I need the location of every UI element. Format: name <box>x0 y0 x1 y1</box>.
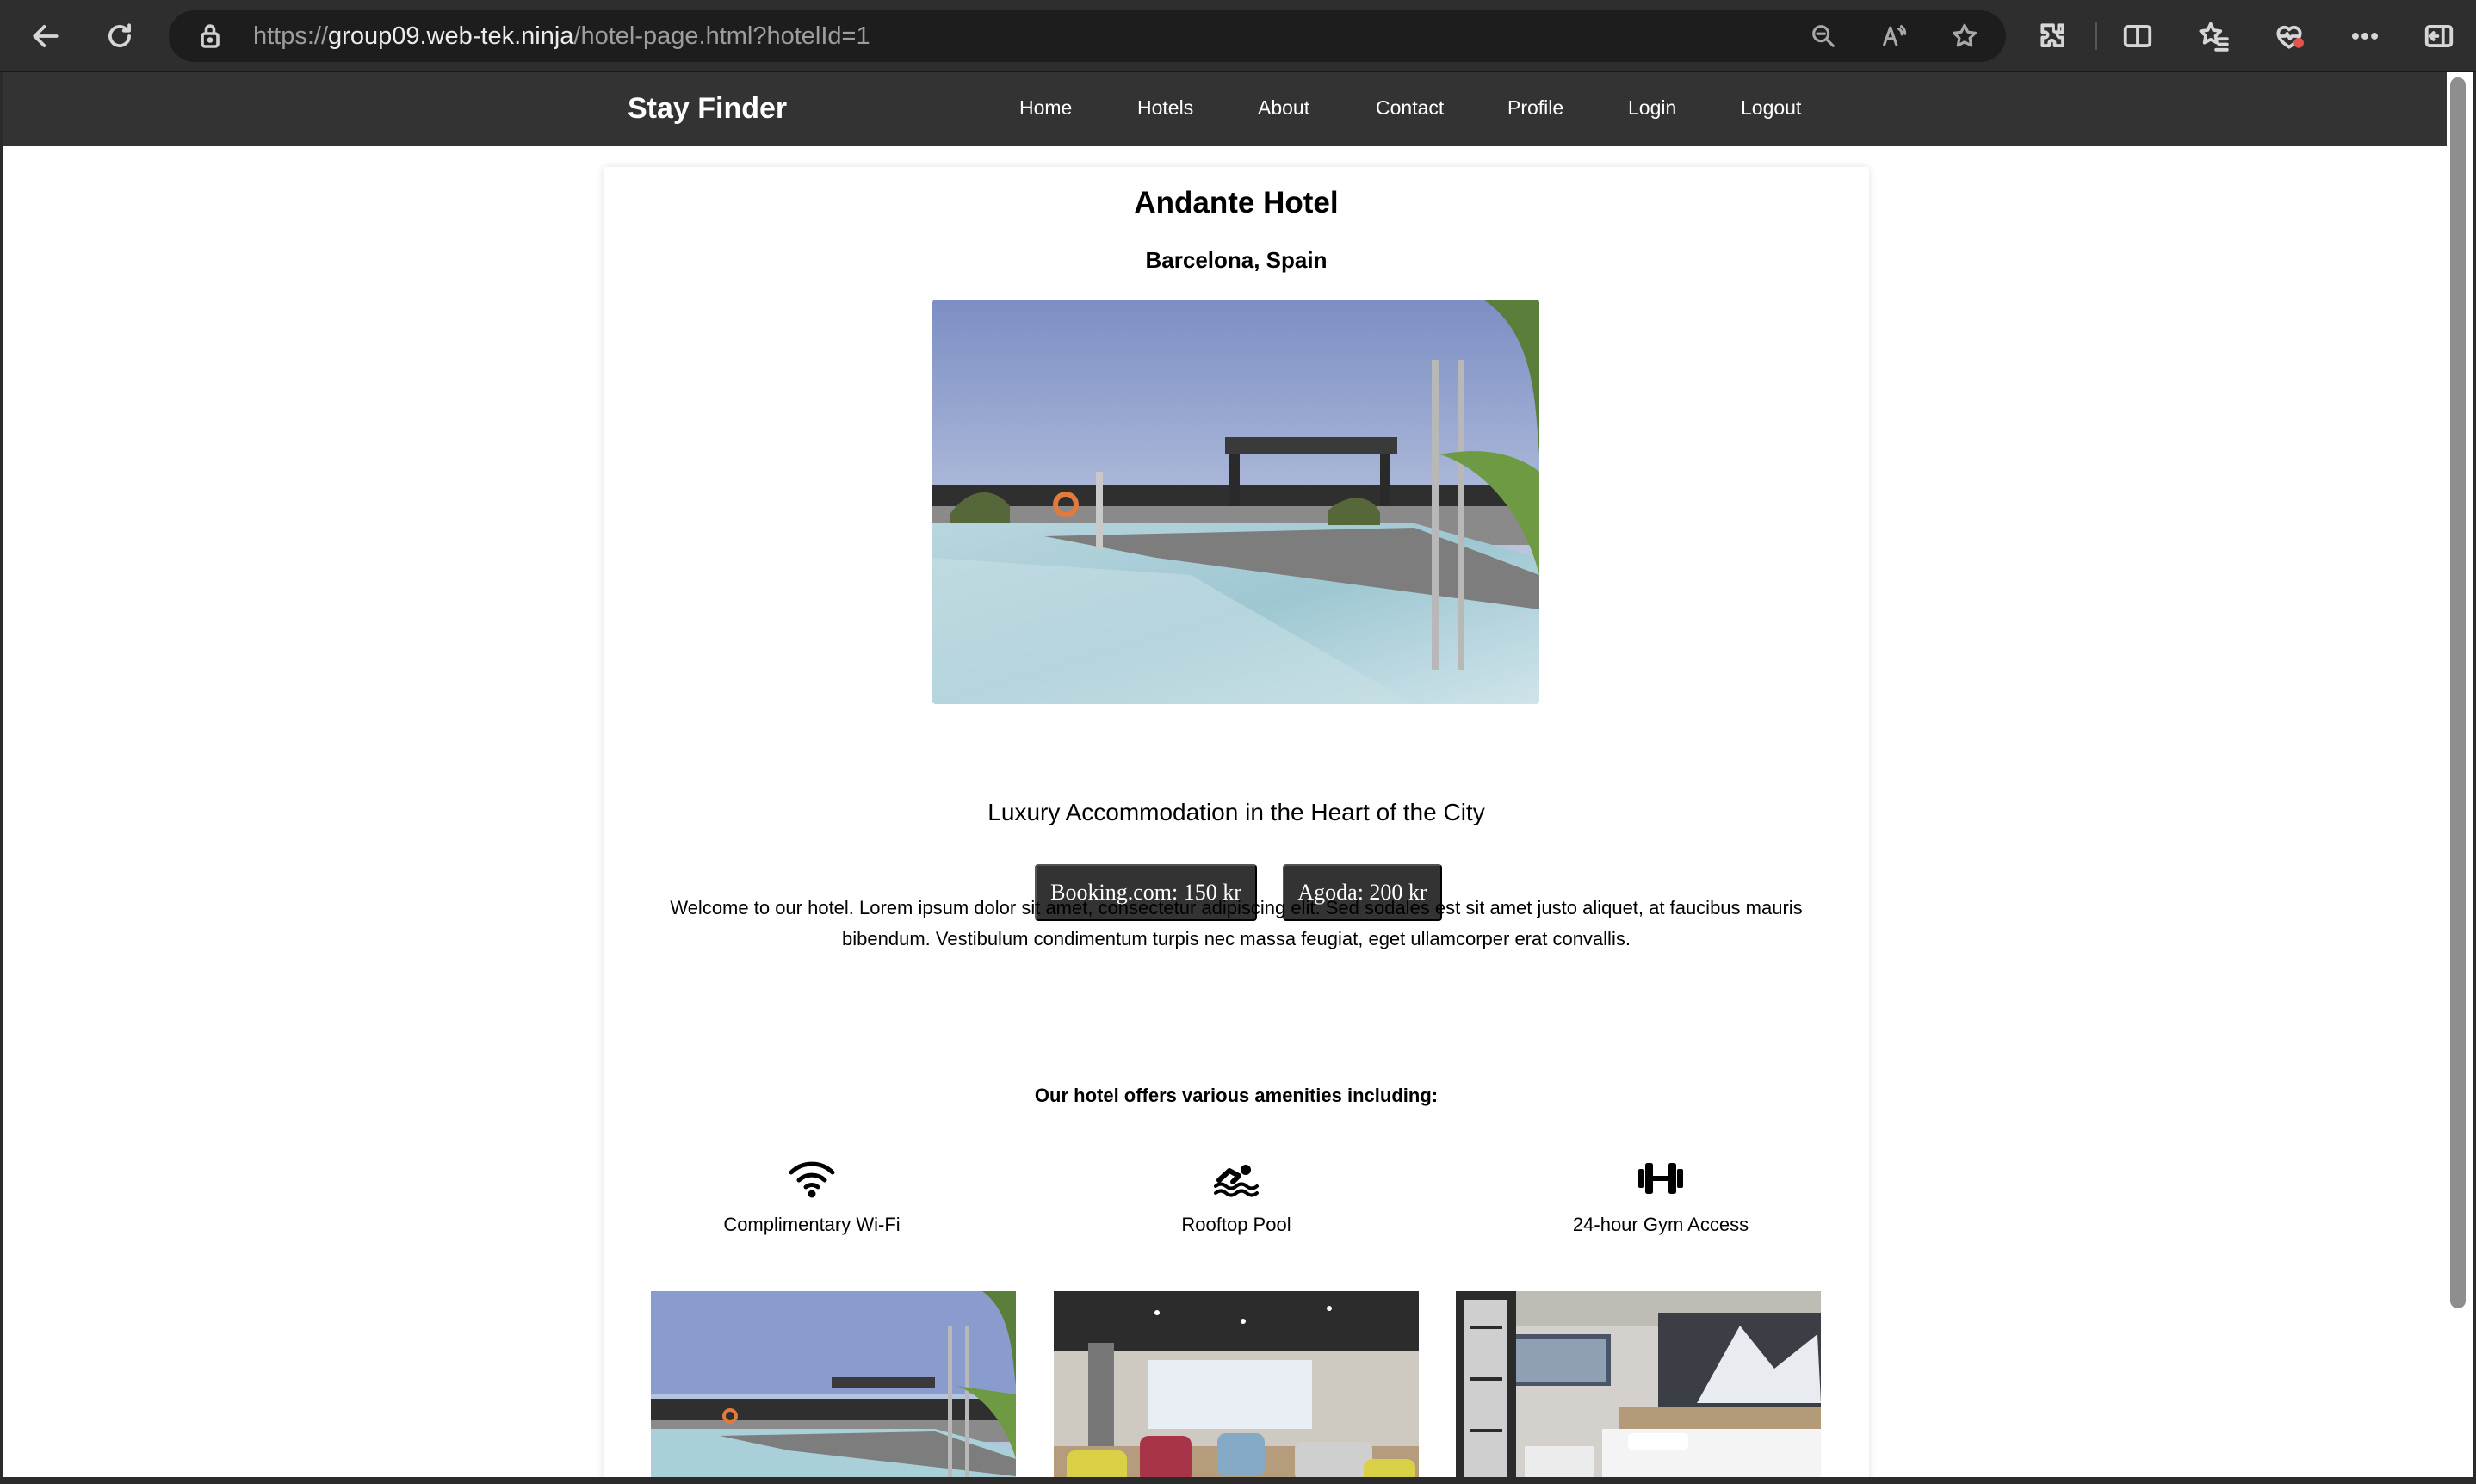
read-aloud-icon[interactable] <box>1877 21 1911 52</box>
nav-link-logout[interactable]: Logout <box>1741 96 1801 120</box>
browser-toolbar: https://group09.web-tek.ninja/hotel-page… <box>0 0 2476 72</box>
hotel-location: Barcelona, Spain <box>1145 247 1328 273</box>
lock-icon[interactable] <box>195 21 226 52</box>
more-button[interactable] <box>2343 15 2386 57</box>
nav-link-about[interactable]: About <box>1258 96 1309 120</box>
browser-essentials-button[interactable] <box>2268 15 2311 57</box>
nav-link-contact[interactable]: Contact <box>1376 96 1444 120</box>
more-icon <box>2351 33 2379 40</box>
sidebar-button[interactable] <box>2417 15 2461 57</box>
favorite-star-icon[interactable] <box>1947 21 1982 52</box>
wifi-icon <box>789 1161 835 1198</box>
browser-essentials-icon <box>2276 25 2304 49</box>
sidebar-icon <box>2424 25 2454 47</box>
amenity-label: Complimentary Wi-Fi <box>723 1214 901 1235</box>
url-path: /hotel-page.html?hotelId=1 <box>573 22 870 50</box>
back-icon <box>33 25 59 47</box>
hotel-card: Andante Hotel Barcelona, Spain Luxury Ac… <box>604 167 1869 1477</box>
hotel-description: Welcome to our hotel. Lorem ipsum dolor … <box>670 897 1803 949</box>
swimmer-icon <box>1214 1165 1259 1197</box>
nav-link-profile[interactable]: Profile <box>1507 96 1563 120</box>
site-brand[interactable]: Stay Finder <box>628 92 787 126</box>
hotel-tagline: Luxury Accommodation in the Heart of the… <box>987 799 1485 825</box>
favorites-button[interactable] <box>2192 15 2235 57</box>
page-scrollbar-thumb[interactable] <box>2450 77 2466 1308</box>
toolbar-separator <box>2095 22 2097 50</box>
amenity-wifi: Complimentary Wi-Fi <box>631 1157 993 1236</box>
nav-link-hotels[interactable]: Hotels <box>1137 96 1193 120</box>
nav-link-home[interactable]: Home <box>1019 96 1072 120</box>
refresh-button[interactable] <box>98 15 141 57</box>
url-text[interactable]: https://group09.web-tek.ninja/hotel-page… <box>253 22 870 51</box>
refresh-icon <box>108 23 131 47</box>
hotel-name: Andante Hotel <box>1134 186 1339 220</box>
address-bar[interactable]: https://group09.web-tek.ninja/hotel-page… <box>169 10 2006 62</box>
gallery-photo-bedroom[interactable] <box>1456 1291 1821 1477</box>
hotel-main-photo <box>932 300 1539 704</box>
amenity-label: 24-hour Gym Access <box>1572 1214 1749 1235</box>
split-screen-button[interactable] <box>2116 15 2159 57</box>
url-host: group09.web-tek.ninja <box>328 22 574 50</box>
url-scheme: https:// <box>253 22 329 50</box>
dumbbell-icon <box>1638 1163 1683 1194</box>
favorites-icon <box>2199 22 2229 52</box>
amenity-label: Rooftop Pool <box>1181 1214 1291 1235</box>
gallery-photo-pool[interactable] <box>651 1291 1016 1477</box>
zoom-out-icon[interactable] <box>1806 21 1841 52</box>
extensions-icon <box>2040 23 2064 47</box>
page-viewport: Stay Finder Home Hotels About Contact Pr… <box>3 72 2447 1477</box>
amenity-gym: 24-hour Gym Access <box>1480 1157 1842 1236</box>
amenity-pool: Rooftop Pool <box>1055 1157 1417 1236</box>
back-button[interactable] <box>24 15 67 57</box>
gallery-photo-lobby[interactable] <box>1054 1291 1419 1477</box>
site-navbar: Stay Finder Home Hotels About Contact Pr… <box>3 72 2447 146</box>
nav-link-login[interactable]: Login <box>1628 96 1676 120</box>
extensions-button[interactable] <box>2032 15 2075 57</box>
amenities-heading: Our hotel offers various amenities inclu… <box>1034 1085 1439 1106</box>
split-screen-icon <box>2123 25 2152 47</box>
